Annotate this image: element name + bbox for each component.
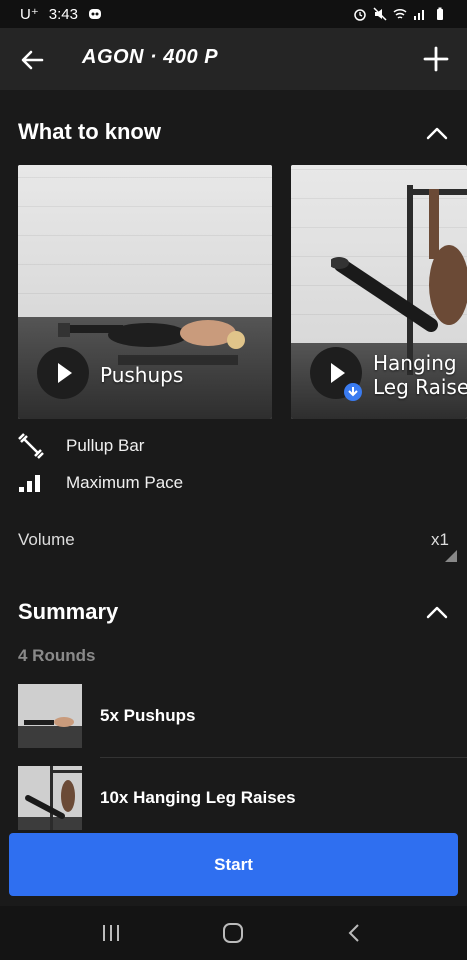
bars-icon (19, 475, 40, 492)
volume-value[interactable]: x1 (431, 530, 449, 550)
list-item[interactable]: 10x Hanging Leg Raises (18, 766, 467, 830)
dropdown-corner-icon (445, 550, 457, 562)
rounds-label: 4 Rounds (18, 646, 96, 665)
summary-title: Summary (18, 599, 119, 624)
home-icon[interactable] (220, 920, 246, 946)
dumbbell-icon (18, 433, 44, 459)
battery-icon (437, 7, 443, 20)
exercise-thumbnail (18, 766, 82, 830)
alarm-icon (354, 9, 366, 21)
play-button[interactable] (37, 347, 89, 399)
download-icon[interactable] (344, 383, 362, 401)
plus-icon[interactable] (421, 44, 451, 74)
pace-label: Maximum Pace (66, 473, 184, 492)
system-nav-bar (0, 906, 467, 960)
video-label: Hanging Leg Raises (373, 351, 467, 399)
video-label: Pushups (100, 363, 184, 387)
carrier-label: U⁺ (20, 6, 39, 23)
leg-raise-figure (331, 185, 467, 375)
chevron-up-icon[interactable] (425, 600, 449, 624)
what-to-know-title: What to know (18, 119, 161, 144)
mute-icon (373, 7, 387, 21)
app-bar: AGON · 400 P (0, 28, 467, 90)
status-bar: U⁺ 3:43 (0, 0, 467, 28)
back-arrow-icon[interactable] (18, 46, 46, 74)
back-icon[interactable] (342, 920, 368, 946)
app-notification-icon (88, 9, 101, 19)
exercise-thumbnail (18, 684, 82, 748)
page-title: AGON · 400 P (82, 46, 219, 68)
wifi-icon (393, 8, 407, 19)
equipment-label: Pullup Bar (66, 436, 145, 455)
start-button[interactable]: Start (9, 833, 458, 896)
volume-row[interactable]: Volume x1 (18, 530, 457, 562)
list-item[interactable]: 5x Pushups (18, 684, 467, 758)
recents-icon[interactable] (98, 920, 124, 946)
volume-label: Volume (18, 530, 75, 549)
equipment-row: Pullup Bar (18, 432, 144, 460)
divider (100, 757, 467, 758)
clock: 3:43 (48, 5, 78, 23)
exercise-name: 10x Hanging Leg Raises (100, 788, 296, 807)
chevron-up-icon[interactable] (425, 121, 449, 145)
exercise-name: 5x Pushups (100, 706, 196, 725)
pace-row: Maximum Pace (18, 469, 183, 497)
video-card-pushups[interactable]: Pushups (18, 165, 272, 419)
video-card-hanging-leg-raises[interactable]: Hanging Leg Raises (291, 165, 467, 419)
signal-icon (414, 10, 424, 20)
